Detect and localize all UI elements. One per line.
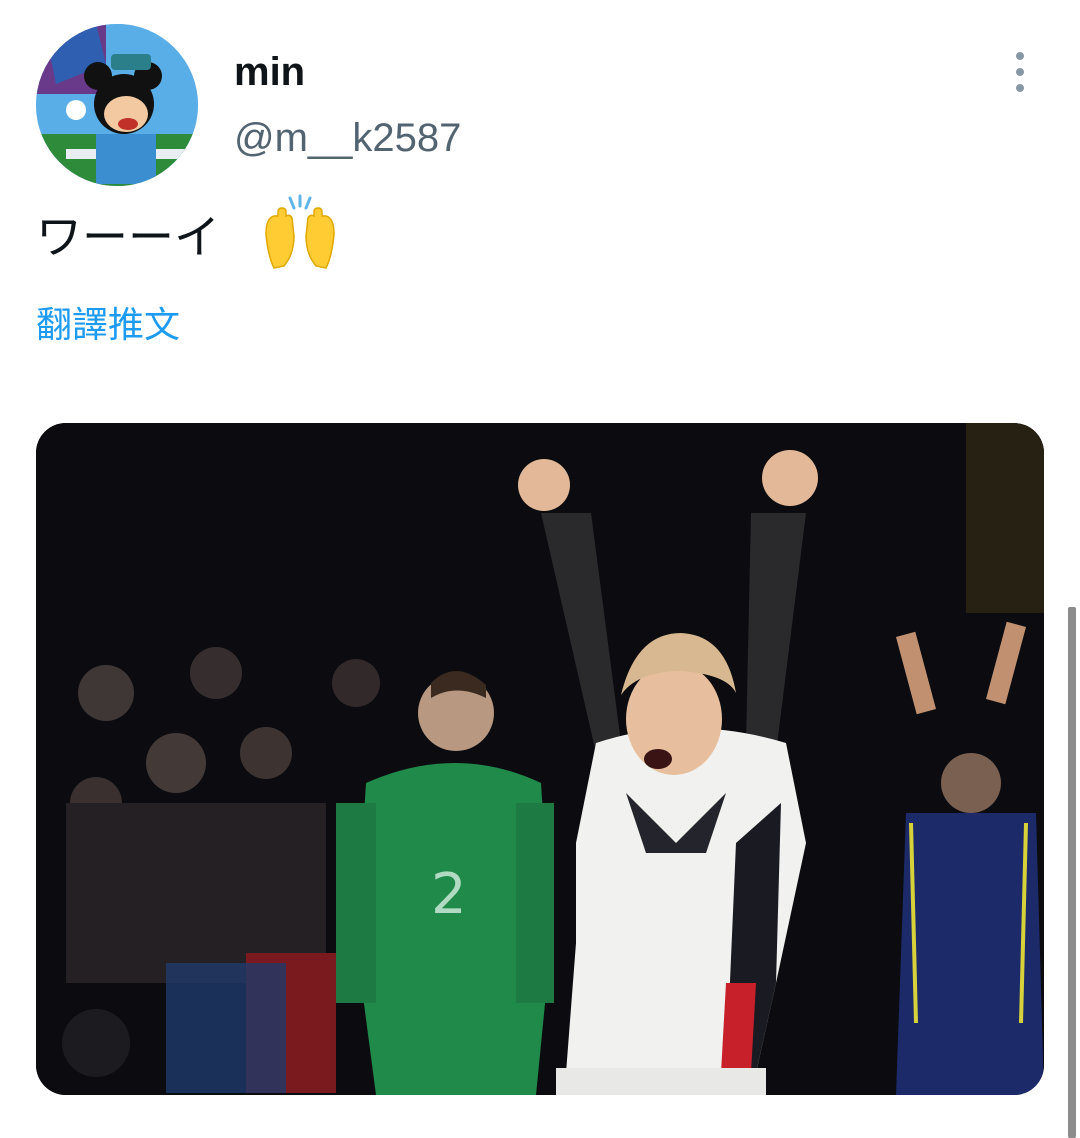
translate-tweet-link[interactable]: 翻譯推文 <box>36 296 180 348</box>
photo-content: 2 <box>36 423 1044 1095</box>
scrollbar[interactable] <box>1068 607 1076 1138</box>
tweet-text-content: ワーーイ <box>36 210 220 264</box>
tweet-text: ワーーイ <box>36 194 340 274</box>
display-name[interactable]: min <box>234 50 305 95</box>
more-dot <box>1016 52 1024 60</box>
more-vertical-icon[interactable] <box>1004 52 1036 92</box>
tweet-photo[interactable]: 2 <box>36 423 1044 1095</box>
tweet: min @m__k2587 ワーーイ 翻譯推文 2 <box>0 0 1080 1138</box>
avatar-image <box>36 24 198 186</box>
user-handle[interactable]: @m__k2587 <box>234 116 461 161</box>
svg-text:2: 2 <box>431 862 467 927</box>
more-dot <box>1016 68 1024 76</box>
more-dot <box>1016 84 1024 92</box>
avatar[interactable] <box>36 24 198 186</box>
raising-hands-icon <box>260 194 340 274</box>
